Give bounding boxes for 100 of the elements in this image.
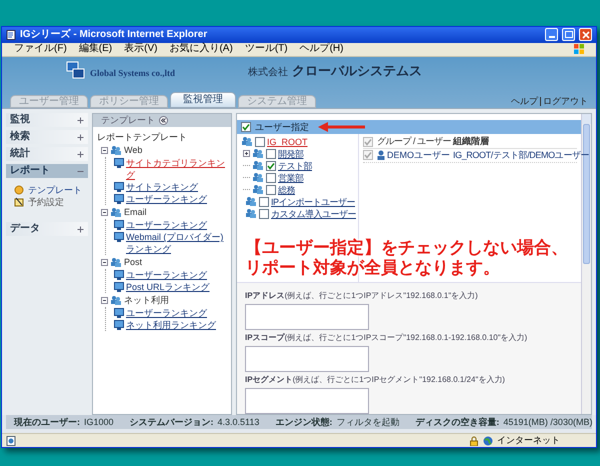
tree-link[interactable]: ネット利用ランキング [126,319,216,332]
annotation-text: 【ユーザー指定】をチェックしない場合、 [245,238,568,258]
status-value: 4.3.0.5113 [218,418,260,427]
status-value: IG1000 [84,418,114,427]
tree-label: Email [124,206,147,218]
plus-icon [77,226,84,233]
checkbox[interactable] [259,208,269,219]
minus-box-icon [101,208,108,216]
tree-link[interactable]: ユーザーランキング [126,307,207,320]
group-icon [110,294,122,306]
minus-box-icon [101,258,108,266]
page-icon [6,30,16,40]
zone-label: インターネット [497,436,561,446]
sidebar-item[interactable]: レポート [6,164,88,178]
tree-link[interactable]: 総務 [278,184,295,196]
note-icon [14,197,24,208]
tree-link[interactable]: テスト部 [278,160,312,172]
tree-link[interactable]: IG_ROOT [267,136,308,148]
user-icon [377,150,385,160]
panel-title: ユーザー指定 [255,122,309,132]
scroll-bar[interactable] [581,114,591,414]
company-logo-text: Global Systems co.,ltd [90,67,176,80]
checkbox[interactable] [363,150,373,160]
tree-link[interactable]: サイトランキング [126,181,198,194]
company-prefix: 株式会社 [248,66,288,80]
collapse-icon [159,116,168,126]
tree-link[interactable]: カスタム導入ユーザー [271,208,356,220]
group-icon [252,160,264,172]
annotation-text: リポート対象が全員となります。 [245,258,501,278]
company-name: クローバルシステムス [292,62,422,80]
plus-box-icon [243,150,250,158]
group-icon [252,172,264,184]
sidebar-link[interactable]: テンプレート [28,186,82,195]
checkbox[interactable] [255,136,265,147]
tree-root: レポートテンプレート [97,131,188,144]
sidebar-link[interactable]: 予約設定 [28,198,64,207]
globe-icon [483,436,493,446]
tree-label: ネット利用 [124,294,169,306]
tree-link[interactable]: 営業部 [278,172,304,184]
plus-icon [77,150,84,158]
monitor-icon [114,232,124,242]
tree-link[interactable]: ユーザーランキング [126,269,207,282]
menu-item[interactable]: ヘルプ(H) [300,44,344,54]
tree-link[interactable]: Post URLランキング [126,281,210,294]
sidebar-item[interactable]: 監視 [6,113,88,128]
table-cell: IG_ROOT/テスト部/DEMOユーザー [453,150,590,160]
table-cell: DEMOユーザー [387,150,450,160]
checkbox[interactable] [259,196,269,207]
field-label: IPスコープ(例えば、行ごとに1つIPスコープ"192.168.0.1-192.168.0.10"を入力) [245,333,528,344]
monitor-icon [114,194,124,204]
column-header: グループ / ユーザー [377,137,449,146]
panel-title: テンプレート [101,116,155,126]
checkbox[interactable] [266,172,276,183]
tree-link[interactable]: サイトカテゴリランキング [126,157,227,182]
group-icon [245,196,257,208]
minus-box-icon [101,296,108,304]
tree-link[interactable]: ユーザーランキング [126,193,207,206]
header-link[interactable]: ヘルプ [511,97,538,106]
minimize-icon [548,36,554,38]
group-icon [245,208,257,220]
monitor-icon [114,158,124,168]
status-label: エンジン状態: [275,418,332,427]
sidebar-item[interactable]: データ [6,222,88,236]
tree-link[interactable]: Webmail (プロバイダー) ランキング [126,231,227,256]
checkbox[interactable] [363,136,373,147]
arrow-icon [317,121,367,134]
maximize-icon [563,29,574,40]
menu-item[interactable]: ツール(T) [244,44,288,54]
logo-icon [66,60,86,81]
monitor-icon [114,270,124,280]
monitor-icon [114,282,124,292]
maximize-button[interactable] [562,28,575,42]
tree-link[interactable]: IPインポートユーザー [271,196,356,208]
checkbox[interactable] [266,184,276,195]
circle-icon [14,185,24,196]
monitor-icon [114,320,124,330]
menu-item[interactable]: 表示(V) [124,44,158,54]
status-label: ディスクの空き容量: [415,418,500,427]
sidebar-item[interactable]: 検索 [6,130,88,144]
menu-item[interactable]: 編集(E) [78,44,112,54]
monitor-icon [114,182,124,192]
tab[interactable]: 監視管理 [170,92,236,108]
checkbox[interactable] [266,160,276,171]
checkbox[interactable] [266,148,276,159]
minimize-button[interactable] [545,28,558,42]
sidebar-item[interactable]: 統計 [6,147,88,162]
plus-icon [77,134,84,141]
menu-item[interactable]: お気に入り(A) [169,44,233,54]
tree-link[interactable]: ユーザーランキング [126,219,207,232]
checkbox[interactable] [241,122,251,132]
menu-item[interactable]: ファイル(F) [14,44,67,54]
group-icon [252,184,264,196]
close-icon [580,29,591,40]
tree-link[interactable]: 開発部 [278,148,304,160]
tree-label: Post [124,256,142,268]
group-icon [110,256,122,268]
header-link[interactable]: ログアウト [543,97,588,106]
close-button[interactable] [579,28,592,42]
status-value: 45191(MB) /3030(MB) [503,418,592,427]
group-icon [252,148,264,160]
